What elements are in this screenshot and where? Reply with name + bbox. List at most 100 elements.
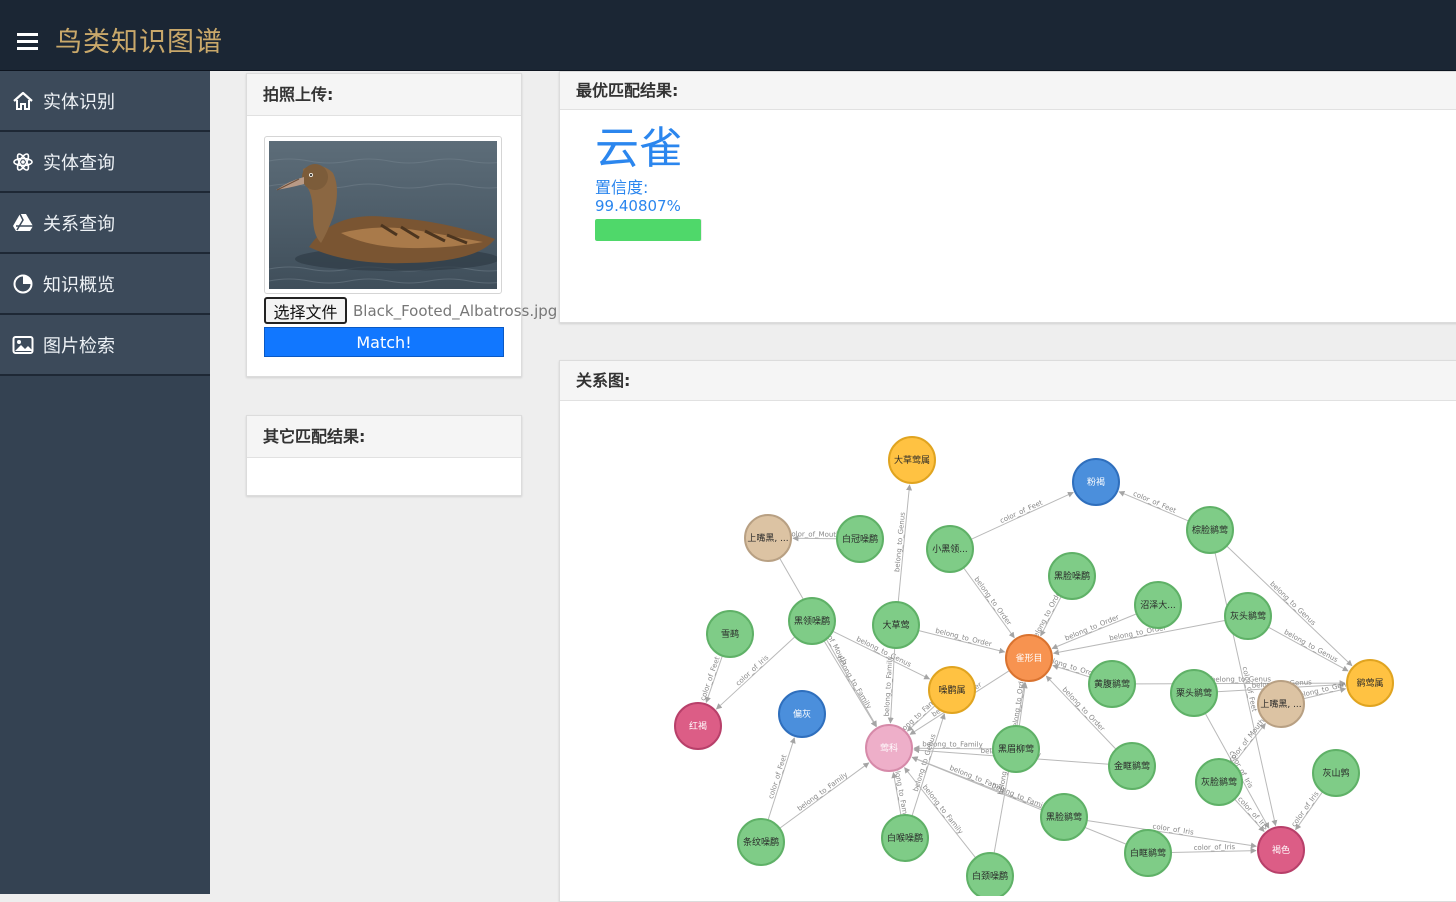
graph-node-label: 白颈噪鹛: [972, 870, 1008, 882]
match-button[interactable]: Match!: [264, 327, 504, 357]
graph-node-label: 黑领噪鹛: [794, 615, 830, 627]
graph-node[interactable]: 白颈噪鹛: [967, 853, 1013, 896]
graph-node[interactable]: 黄腹鹟莺: [1089, 661, 1135, 707]
graph-node[interactable]: 白冠噪鹛: [837, 516, 883, 562]
graph-node[interactable]: 上嘴黑, ...: [1258, 681, 1304, 727]
graph-node-label: 白眶鹟莺: [1130, 847, 1166, 859]
graph-node[interactable]: 金眶鹟莺: [1109, 743, 1155, 789]
graph-node-label: 小黑领...: [932, 543, 968, 555]
graph-node[interactable]: 黑眉柳莺: [993, 726, 1039, 772]
graph-edge-label: belong_to_Order: [973, 575, 1013, 627]
graph-node[interactable]: 雪鹀: [707, 611, 753, 657]
graph-node-label: 鹟莺属: [1356, 677, 1383, 689]
graph-node-label: 沼泽大...: [1140, 599, 1176, 611]
confidence-value: 99.40807%: [595, 197, 681, 215]
top-bar: 鸟类知识图谱: [0, 0, 1456, 71]
graph-edge-label: belong_to_Genus: [893, 511, 907, 572]
sidebar-item-knowledge-overview[interactable]: 知识概览: [0, 254, 210, 315]
graph-node[interactable]: 灰脸鹟莺: [1196, 759, 1242, 805]
relation-graph[interactable]: belong_to_Genuscolor_of_Feetcolor_of_Mou…: [560, 402, 1456, 896]
pie-chart-icon: [12, 273, 34, 295]
graph-node-label: 白喉噪鹛: [887, 832, 923, 844]
graph-node[interactable]: 上嘴黑, ...: [745, 515, 791, 561]
graph-node[interactable]: 黑脸噪鹛: [1049, 553, 1095, 599]
graph-node-label: 灰山鹑: [1322, 767, 1349, 779]
graph-edge-label: color_of_Mouth: [788, 530, 841, 539]
best-match-name: 云雀: [595, 112, 683, 176]
graph-node[interactable]: 雀形目: [1006, 635, 1052, 681]
choose-file-button[interactable]: 选择文件: [264, 297, 347, 324]
graph-node-label: 黑眉柳莺: [998, 743, 1034, 755]
graph-node[interactable]: 白眶鹟莺: [1125, 830, 1171, 876]
atom-icon: [12, 151, 34, 173]
graph-node[interactable]: 大草莺属: [889, 437, 935, 483]
confidence-label: 置信度:: [595, 174, 648, 198]
graph-node-label: 棕脸鹟莺: [1192, 524, 1228, 536]
graph-node[interactable]: 灰头鹟莺: [1225, 593, 1271, 639]
graph-node[interactable]: 鹟莺属: [1347, 660, 1393, 706]
graph-node[interactable]: 灰山鹑: [1313, 750, 1359, 796]
confidence-bar: [595, 219, 702, 241]
graph-edge: [1119, 492, 1189, 521]
graph-edge-label: belong_to_Order: [934, 627, 992, 649]
graph-node-label: 黑脸鹟莺: [1046, 811, 1082, 823]
graph-node-label: 白冠噪鹛: [842, 533, 878, 545]
graph-node-label: 褐色: [1272, 844, 1290, 856]
graph-node-label: 粉褐: [1087, 476, 1105, 488]
graph-edge-label: color_of_Iris: [734, 653, 770, 687]
graph-node-label: 金眶鹟莺: [1114, 760, 1150, 772]
graph-node[interactable]: 白喉噪鹛: [882, 815, 928, 861]
best-match-panel: 最优匹配结果: 云雀 置信度: 99.40807%: [559, 71, 1456, 323]
graph-node-label: 雀形目: [1015, 652, 1042, 664]
other-results-panel: 其它匹配结果:: [246, 415, 522, 496]
graph-node-label: 条纹噪鹛: [743, 836, 779, 848]
graph-node-label: 灰脸鹟莺: [1201, 776, 1237, 788]
sidebar-item-entity-query[interactable]: 实体查询: [0, 132, 210, 193]
graph-node[interactable]: 褐色: [1258, 827, 1304, 873]
image-icon: [12, 334, 34, 356]
graph-node[interactable]: 沼泽大...: [1135, 582, 1181, 628]
graph-node[interactable]: 棕脸鹟莺: [1187, 507, 1233, 553]
graph-node[interactable]: 偏灰: [779, 691, 825, 737]
sidebar: 实体识别 实体查询 关系查询 知识概览 图片检索: [0, 71, 210, 894]
graph-node[interactable]: 小黑领...: [927, 526, 973, 572]
graph-node[interactable]: 黑领噪鹛: [789, 598, 835, 644]
graph-node[interactable]: 噪鹛属: [929, 667, 975, 713]
graph-edge-label: color_of_Iris: [1194, 843, 1236, 852]
relation-graph-panel: 关系图: belong_to_Genuscolor_of_Feetcolor_o…: [559, 360, 1456, 902]
graph-node[interactable]: 莺科: [866, 725, 912, 771]
graph-node[interactable]: 粉褐: [1073, 459, 1119, 505]
other-results-title: 其它匹配结果:: [247, 416, 521, 458]
upload-panel: 拍照上传: 选择文件: [246, 73, 522, 377]
graph-edge-label: belong_to_Genus: [1268, 580, 1317, 628]
graph-node[interactable]: 红褐: [675, 703, 721, 749]
graph-node-label: 大草莺: [882, 619, 909, 631]
sidebar-item-entity-recognition[interactable]: 实体识别: [0, 71, 210, 132]
confidence-bar-fill: [595, 219, 701, 241]
sidebar-item-image-search[interactable]: 图片检索: [0, 315, 210, 376]
graph-edge-label: belong_to_Family: [796, 771, 849, 813]
best-match-title: 最优匹配结果:: [560, 72, 1456, 110]
sidebar-item-label: 图片检索: [43, 332, 115, 358]
graph-edge-label: belong_to_Family: [921, 783, 965, 835]
graph-node-label: 上嘴黑, ...: [1260, 699, 1301, 710]
sidebar-item-relation-query[interactable]: 关系查询: [0, 193, 210, 254]
graph-node-label: 黄腹鹟莺: [1094, 678, 1130, 690]
sidebar-item-label: 实体识别: [43, 88, 115, 114]
graph-node-label: 红褐: [689, 720, 707, 732]
home-icon: [12, 90, 34, 112]
graph-node[interactable]: 大草莺: [873, 602, 919, 648]
graph-node-label: 大草莺属: [894, 454, 930, 466]
sidebar-item-label: 知识概览: [43, 271, 115, 297]
graph-edge: [971, 492, 1073, 539]
graph-node[interactable]: 栗头鹟莺: [1171, 670, 1217, 716]
menu-icon[interactable]: [17, 33, 38, 50]
relation-graph-title: 关系图:: [560, 361, 1456, 401]
graph-node-label: 灰头鹟莺: [1230, 610, 1266, 622]
graph-node[interactable]: 黑脸鹟莺: [1041, 794, 1087, 840]
graph-edge-label: color_of_Iris: [1236, 795, 1270, 831]
graph-node-label: 莺科: [880, 742, 898, 754]
graph-node[interactable]: 条纹噪鹛: [738, 819, 784, 865]
graph-node-label: 噪鹛属: [938, 684, 965, 696]
graph-edge-label: belong_to_Order: [1010, 674, 1026, 732]
